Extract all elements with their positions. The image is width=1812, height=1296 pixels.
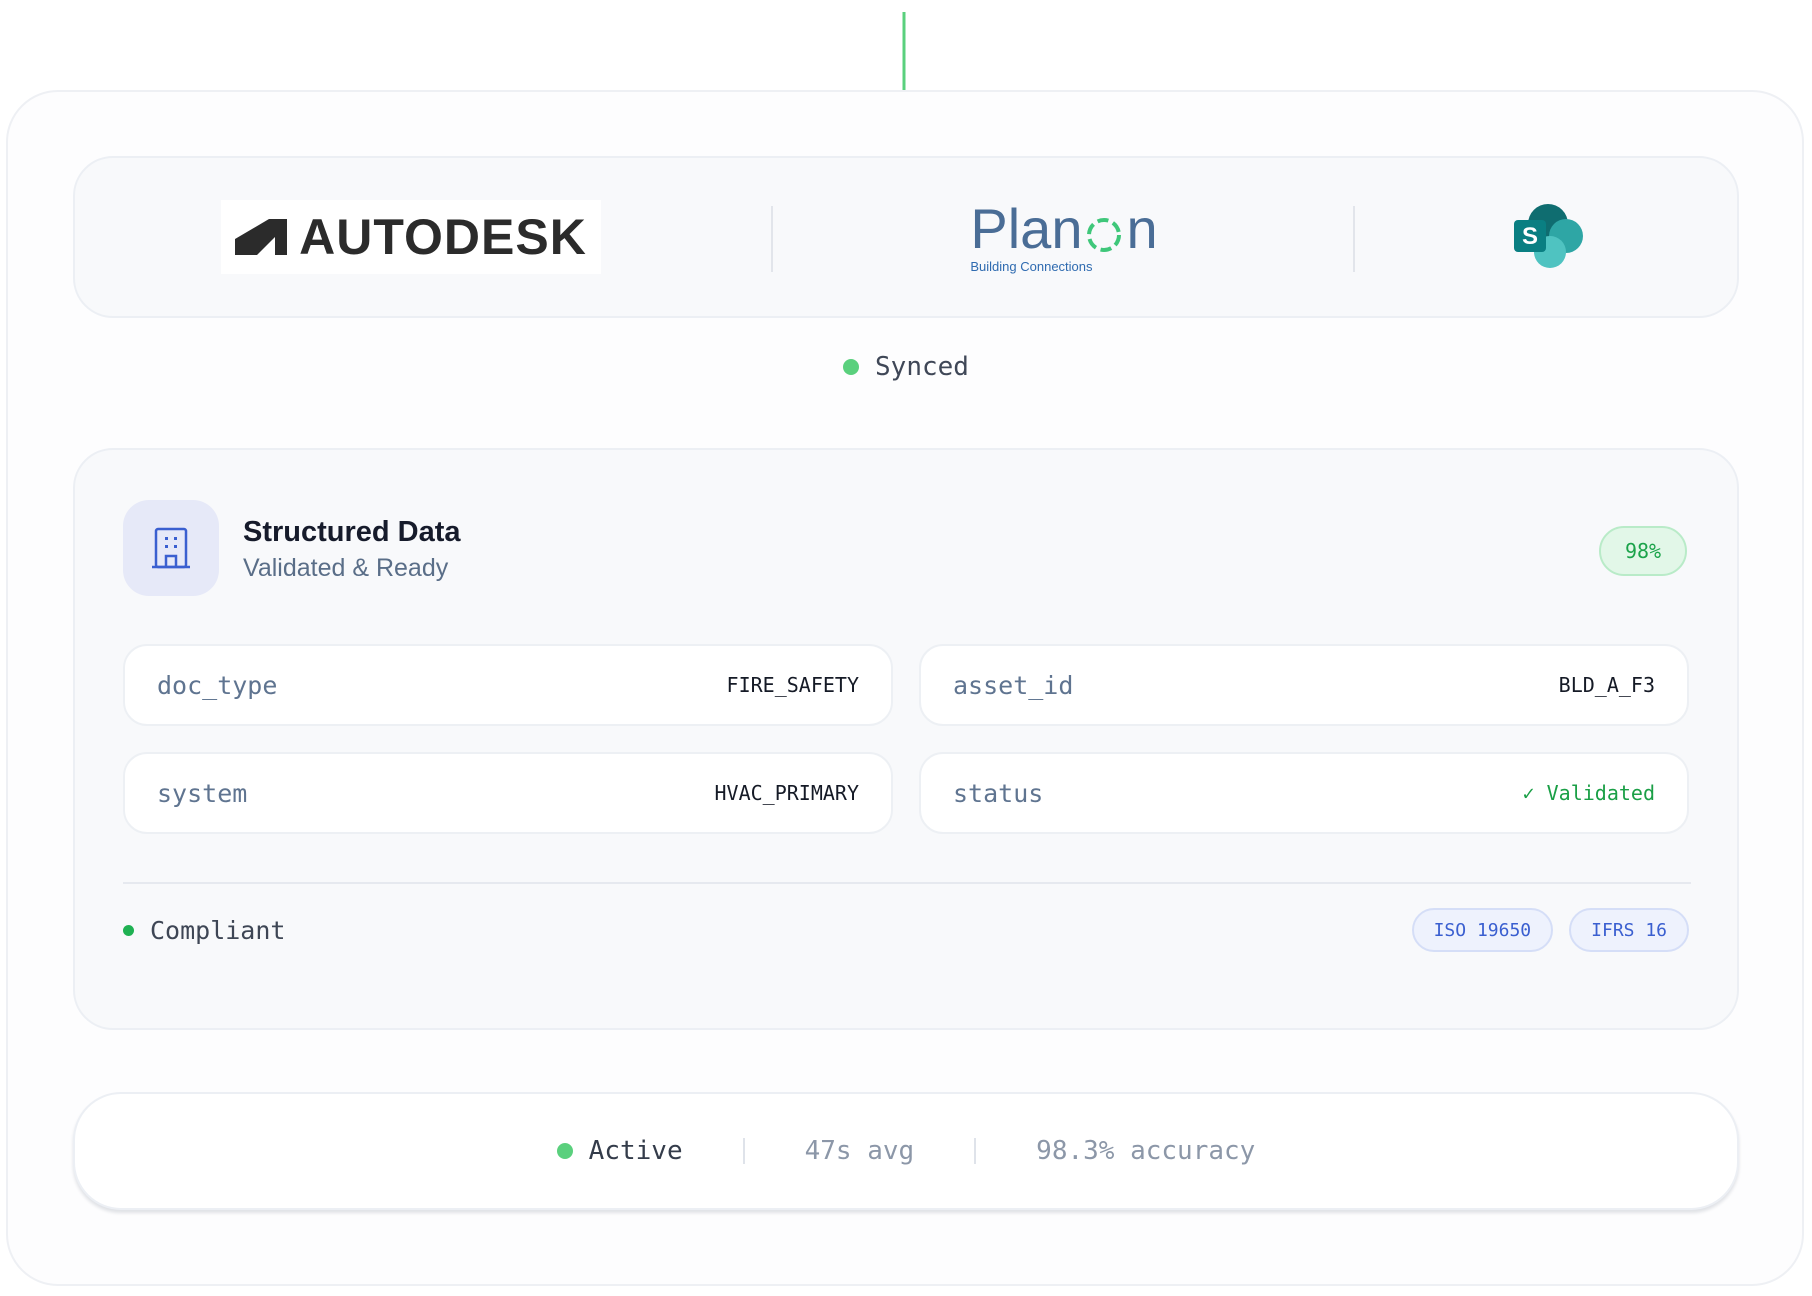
- standards-badges: ISO 19650 IFRS 16: [1411, 908, 1689, 952]
- active-status-dot: [556, 1143, 573, 1159]
- planon-ring-icon: [1087, 217, 1122, 252]
- validated-status-value: ✓ Validated: [1522, 781, 1655, 805]
- sharepoint-logo-icon: S: [1514, 204, 1583, 268]
- sharepoint-glyph: S: [1522, 223, 1538, 250]
- building-icon: [123, 500, 219, 596]
- active-label: Active: [588, 1136, 683, 1166]
- compliance-label: Compliant: [150, 916, 286, 945]
- autodesk-wordmark: AUTODESK: [299, 209, 587, 265]
- card-divider: [123, 882, 1691, 884]
- metric-active: Active: [556, 1136, 683, 1166]
- logo-divider: [771, 206, 773, 272]
- planon-tagline: Building Connections: [970, 258, 1093, 274]
- field-asset-id: asset_id BLD_A_F3: [919, 644, 1689, 726]
- sync-label: Synced: [875, 352, 969, 382]
- metric-separator: [974, 1138, 977, 1164]
- field-value: HVAC_PRIMARY: [714, 781, 860, 805]
- card-title: Structured Data: [243, 516, 461, 548]
- field-status: status ✓ Validated: [919, 752, 1689, 834]
- planon-wordmark: Plan n: [970, 196, 1158, 260]
- sharepoint-slot[interactable]: S: [1357, 158, 1739, 316]
- sync-status: Synced: [0, 352, 1812, 382]
- field-key: doc_type: [157, 670, 278, 700]
- structured-data-card: Structured Data Validated & Ready 98% do…: [73, 448, 1739, 1030]
- planon-wordmark-right: n: [1126, 196, 1158, 260]
- metric-separator: [742, 1138, 745, 1164]
- card-subtitle: Validated & Ready: [243, 554, 449, 582]
- sync-status-dot: [843, 359, 860, 375]
- field-system: system HVAC_PRIMARY: [123, 752, 893, 834]
- compliance-dot: [123, 925, 134, 936]
- metric-avg-time: 47s avg: [805, 1136, 915, 1166]
- confidence-score-badge: 98%: [1599, 526, 1687, 576]
- autodesk-logo: AUTODESK: [221, 200, 601, 274]
- compliance-status: Compliant: [123, 916, 285, 945]
- planon-logo: Plan n Building Connections: [970, 196, 1158, 274]
- logo-divider: [1353, 206, 1355, 272]
- autodesk-mark-icon: [235, 219, 288, 255]
- integrations-card: AUTODESK Plan n Building Connections S: [73, 156, 1739, 318]
- planon-slot[interactable]: Plan n Building Connections: [775, 158, 1353, 316]
- iso-19650-badge[interactable]: ISO 19650: [1411, 908, 1554, 952]
- metric-accuracy: 98.3% accuracy: [1036, 1136, 1255, 1166]
- field-key: asset_id: [953, 670, 1074, 700]
- field-value: BLD_A_F3: [1558, 673, 1655, 697]
- ifrs-16-badge[interactable]: IFRS 16: [1569, 908, 1689, 952]
- field-key: system: [157, 778, 248, 808]
- planon-wordmark-left: Plan: [970, 196, 1083, 260]
- avg-time-label: 47s avg: [804, 1136, 915, 1166]
- metrics-bar: Active 47s avg 98.3% accuracy: [73, 1092, 1739, 1210]
- field-value: FIRE_SAFETY: [726, 673, 859, 697]
- autodesk-slot[interactable]: AUTODESK: [75, 158, 771, 316]
- field-doc-type: doc_type FIRE_SAFETY: [123, 644, 893, 726]
- accuracy-label: 98.3% accuracy: [1036, 1136, 1256, 1166]
- field-key: status: [953, 778, 1044, 808]
